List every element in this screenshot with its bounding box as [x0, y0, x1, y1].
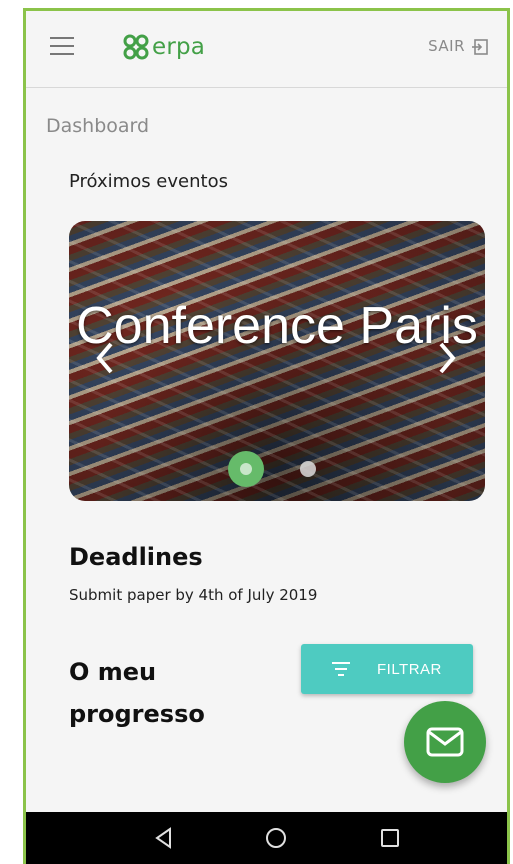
mail-icon	[426, 727, 464, 757]
exit-icon[interactable]	[471, 38, 489, 56]
filter-icon	[332, 662, 350, 676]
filter-button-label: FILTRAR	[377, 660, 442, 678]
message-fab[interactable]	[404, 701, 486, 783]
deadlines-title: Deadlines	[69, 543, 203, 571]
system-navigation-bar	[26, 812, 507, 864]
filter-button[interactable]: FILTRAR	[301, 644, 473, 694]
recent-apps-icon[interactable]	[378, 826, 402, 850]
events-section-title: Próximos eventos	[69, 171, 228, 192]
menu-icon[interactable]	[50, 37, 74, 57]
carousel-slide-title[interactable]: Conference Paris	[69, 297, 485, 355]
events-carousel[interactable]: Conference Paris	[69, 221, 485, 501]
chevron-right-icon[interactable]	[437, 341, 457, 375]
app-bar: erpa SAIR	[26, 11, 507, 88]
logo-text: erpa	[152, 34, 206, 60]
deadlines-text: Submit paper by 4th of July 2019	[69, 586, 318, 604]
logout-button[interactable]: SAIR	[428, 37, 465, 55]
app-frame: erpa SAIR Dashboard Próximos eventos Con…	[23, 8, 510, 864]
logo[interactable]: erpa	[122, 29, 205, 65]
breadcrumb: Dashboard	[46, 115, 150, 137]
back-icon[interactable]	[152, 826, 176, 850]
carousel-indicator-active[interactable]	[228, 451, 264, 487]
home-icon[interactable]	[264, 826, 288, 850]
erpa-logo-icon	[123, 34, 149, 60]
chevron-left-icon[interactable]	[95, 341, 115, 375]
carousel-indicator[interactable]	[300, 461, 316, 477]
progress-title: O meu progresso	[69, 658, 205, 728]
